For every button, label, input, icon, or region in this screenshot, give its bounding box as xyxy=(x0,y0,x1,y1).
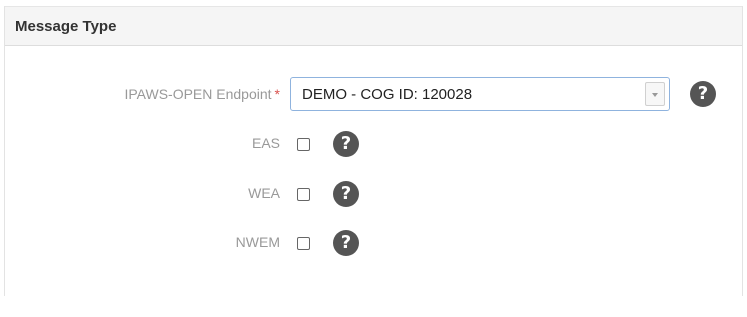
required-marker: * xyxy=(274,86,280,102)
nwem-label: NWEM xyxy=(235,234,280,250)
panel-heading: Message Type xyxy=(5,6,742,46)
question-circle-icon[interactable]: ? xyxy=(333,230,359,256)
eas-label: EAS xyxy=(251,135,280,151)
endpoint-select-value: DEMO - COG ID: 120028 xyxy=(302,86,473,103)
chevron-down-icon[interactable] xyxy=(645,82,665,106)
nwem-label-container: NWEM xyxy=(0,234,280,254)
wea-label-container: WEA xyxy=(0,185,280,205)
question-circle-icon[interactable]: ? xyxy=(690,81,716,107)
wea-checkbox[interactable] xyxy=(297,188,310,201)
eas-checkbox[interactable] xyxy=(297,138,310,151)
question-circle-icon[interactable]: ? xyxy=(333,181,359,207)
panel-title: Message Type xyxy=(15,18,117,35)
eas-label-container: EAS xyxy=(0,135,280,155)
wea-label: WEA xyxy=(248,185,280,201)
endpoint-label-text: IPAWS-OPEN Endpoint xyxy=(124,86,272,102)
endpoint-select[interactable]: DEMO - COG ID: 120028 xyxy=(290,77,670,111)
question-circle-icon[interactable]: ? xyxy=(333,131,359,157)
nwem-checkbox[interactable] xyxy=(297,237,310,250)
endpoint-label-container: IPAWS-OPEN Endpoint * xyxy=(0,86,280,106)
endpoint-label: IPAWS-OPEN Endpoint * xyxy=(124,86,280,102)
